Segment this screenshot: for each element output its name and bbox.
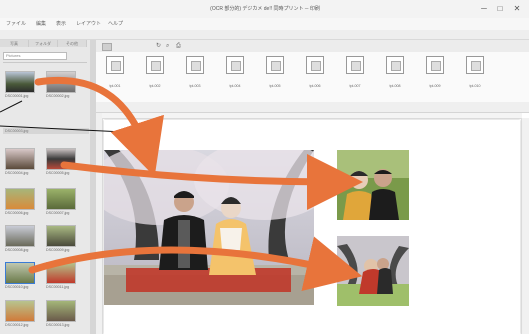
arrow-right-icon [34,76,164,177]
drag-arrows [28,76,363,292]
arrow-right-icon [28,236,363,292]
arrow-right-icon [60,153,363,210]
